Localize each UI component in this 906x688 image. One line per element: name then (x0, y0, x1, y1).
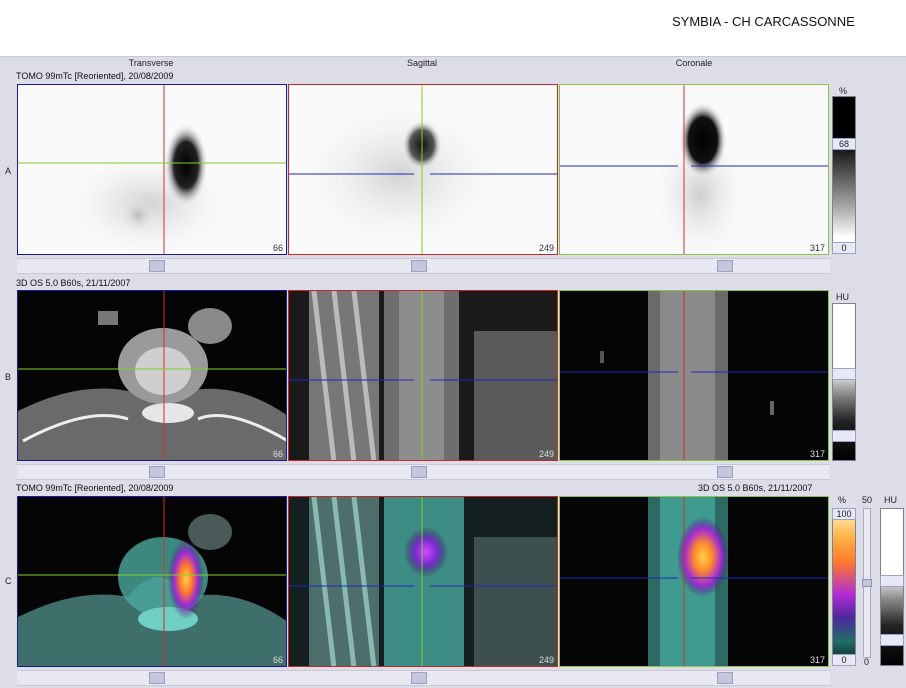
scale-c-unit: % (838, 495, 847, 505)
row-c-series-label-right: 3D OS 5.0 B60s, 21/11/2007 (698, 483, 813, 493)
row-a-label: A (5, 166, 12, 176)
spect-transverse-image (18, 85, 286, 254)
scroll-thumb-c-transverse[interactable] (149, 672, 165, 684)
fusion-coronal-image (560, 497, 828, 666)
scroll-thumb-a-sagittal[interactable] (411, 260, 427, 272)
viewport-b-coronale[interactable]: 317 (559, 290, 829, 461)
row-c-label: C (5, 576, 12, 586)
slice-number-c-transverse: 66 (272, 655, 283, 665)
viewport-a-sagittal[interactable]: 249 (288, 84, 558, 255)
row-a-series-label: TOMO 99mTc [Reoriented], 20/08/2009 (16, 71, 174, 81)
slice-number-a-coronale: 317 (809, 243, 825, 253)
scale-c-unit-ct: HU (884, 495, 897, 505)
scale-a-max[interactable]: 68 (832, 138, 856, 150)
app-title: SYMBIA - CH CARCASSONNE (672, 14, 855, 29)
slice-number-b-coronale: 317 (809, 449, 825, 459)
blend-min: 0 (864, 657, 870, 667)
scroll-thumb-b-transverse[interactable] (149, 466, 165, 478)
viewport-a-coronale[interactable]: 317 (559, 84, 829, 255)
row-b-label: B (5, 372, 12, 382)
scale-b-lower-handle[interactable] (832, 430, 856, 442)
scale-b-upper-handle[interactable] (832, 368, 856, 380)
scale-b-unit: HU (836, 292, 849, 302)
scale-a-unit: % (839, 86, 848, 96)
column-header-transverse: Transverse (128, 58, 174, 68)
blend-slider-thumb[interactable] (862, 579, 872, 587)
ct-sagittal-image (289, 291, 557, 460)
spect-sagittal-image (289, 85, 557, 254)
scroll-thumb-b-coronale[interactable] (717, 466, 733, 478)
ct-coronal-image (560, 291, 828, 460)
scale-a-min[interactable]: 0 (832, 242, 856, 254)
fusion-sagittal-image (289, 497, 557, 666)
viewport-c-coronale[interactable]: 317 (559, 496, 829, 667)
scroll-thumb-b-sagittal[interactable] (411, 466, 427, 478)
blend-value: 50 (862, 495, 873, 505)
row-b-series-label: 3D OS 5.0 B60s, 21/11/2007 (16, 278, 131, 288)
scale-c-max[interactable]: 100 (832, 508, 856, 520)
slice-number-c-sagittal: 249 (538, 655, 554, 665)
spect-coronal-image (560, 85, 828, 254)
colorbar-c-pet[interactable] (832, 508, 856, 666)
viewport-b-transverse[interactable]: 66 (17, 290, 287, 461)
slice-number-b-sagittal: 249 (538, 449, 554, 459)
scale-c-min[interactable]: 0 (832, 654, 856, 666)
slice-scrollbar-b[interactable] (17, 464, 830, 480)
column-header-sagittal: Sagittal (406, 58, 438, 68)
slice-number-b-transverse: 66 (272, 449, 283, 459)
row-c-series-label-left: TOMO 99mTc [Reoriented], 20/08/2009 (16, 483, 174, 493)
viewport-a-transverse[interactable]: 66 (17, 84, 287, 255)
colorbar-a[interactable] (832, 96, 856, 254)
viewport-b-sagittal[interactable]: 249 (288, 290, 558, 461)
app-header: SYMBIA - CH CARCASSONNE (0, 0, 906, 57)
scale-c-ct-lower-handle[interactable] (880, 634, 904, 646)
viewport-c-sagittal[interactable]: 249 (288, 496, 558, 667)
scroll-thumb-a-transverse[interactable] (149, 260, 165, 272)
slice-scrollbar-c[interactable] (17, 670, 830, 686)
scale-c-ct-upper-handle[interactable] (880, 575, 904, 587)
fusion-transverse-image (18, 497, 286, 666)
slice-number-a-transverse: 66 (272, 243, 283, 253)
blend-slider[interactable] (862, 508, 872, 658)
scroll-thumb-c-sagittal[interactable] (411, 672, 427, 684)
viewport-c-transverse[interactable]: 66 (17, 496, 287, 667)
slice-number-a-sagittal: 249 (538, 243, 554, 253)
scroll-thumb-a-coronale[interactable] (717, 260, 733, 272)
slice-scrollbar-a[interactable] (17, 258, 830, 274)
ct-transverse-image (18, 291, 286, 460)
scroll-thumb-c-coronale[interactable] (717, 672, 733, 684)
column-header-coronale: Coronale (675, 58, 713, 68)
slice-number-c-coronale: 317 (809, 655, 825, 665)
